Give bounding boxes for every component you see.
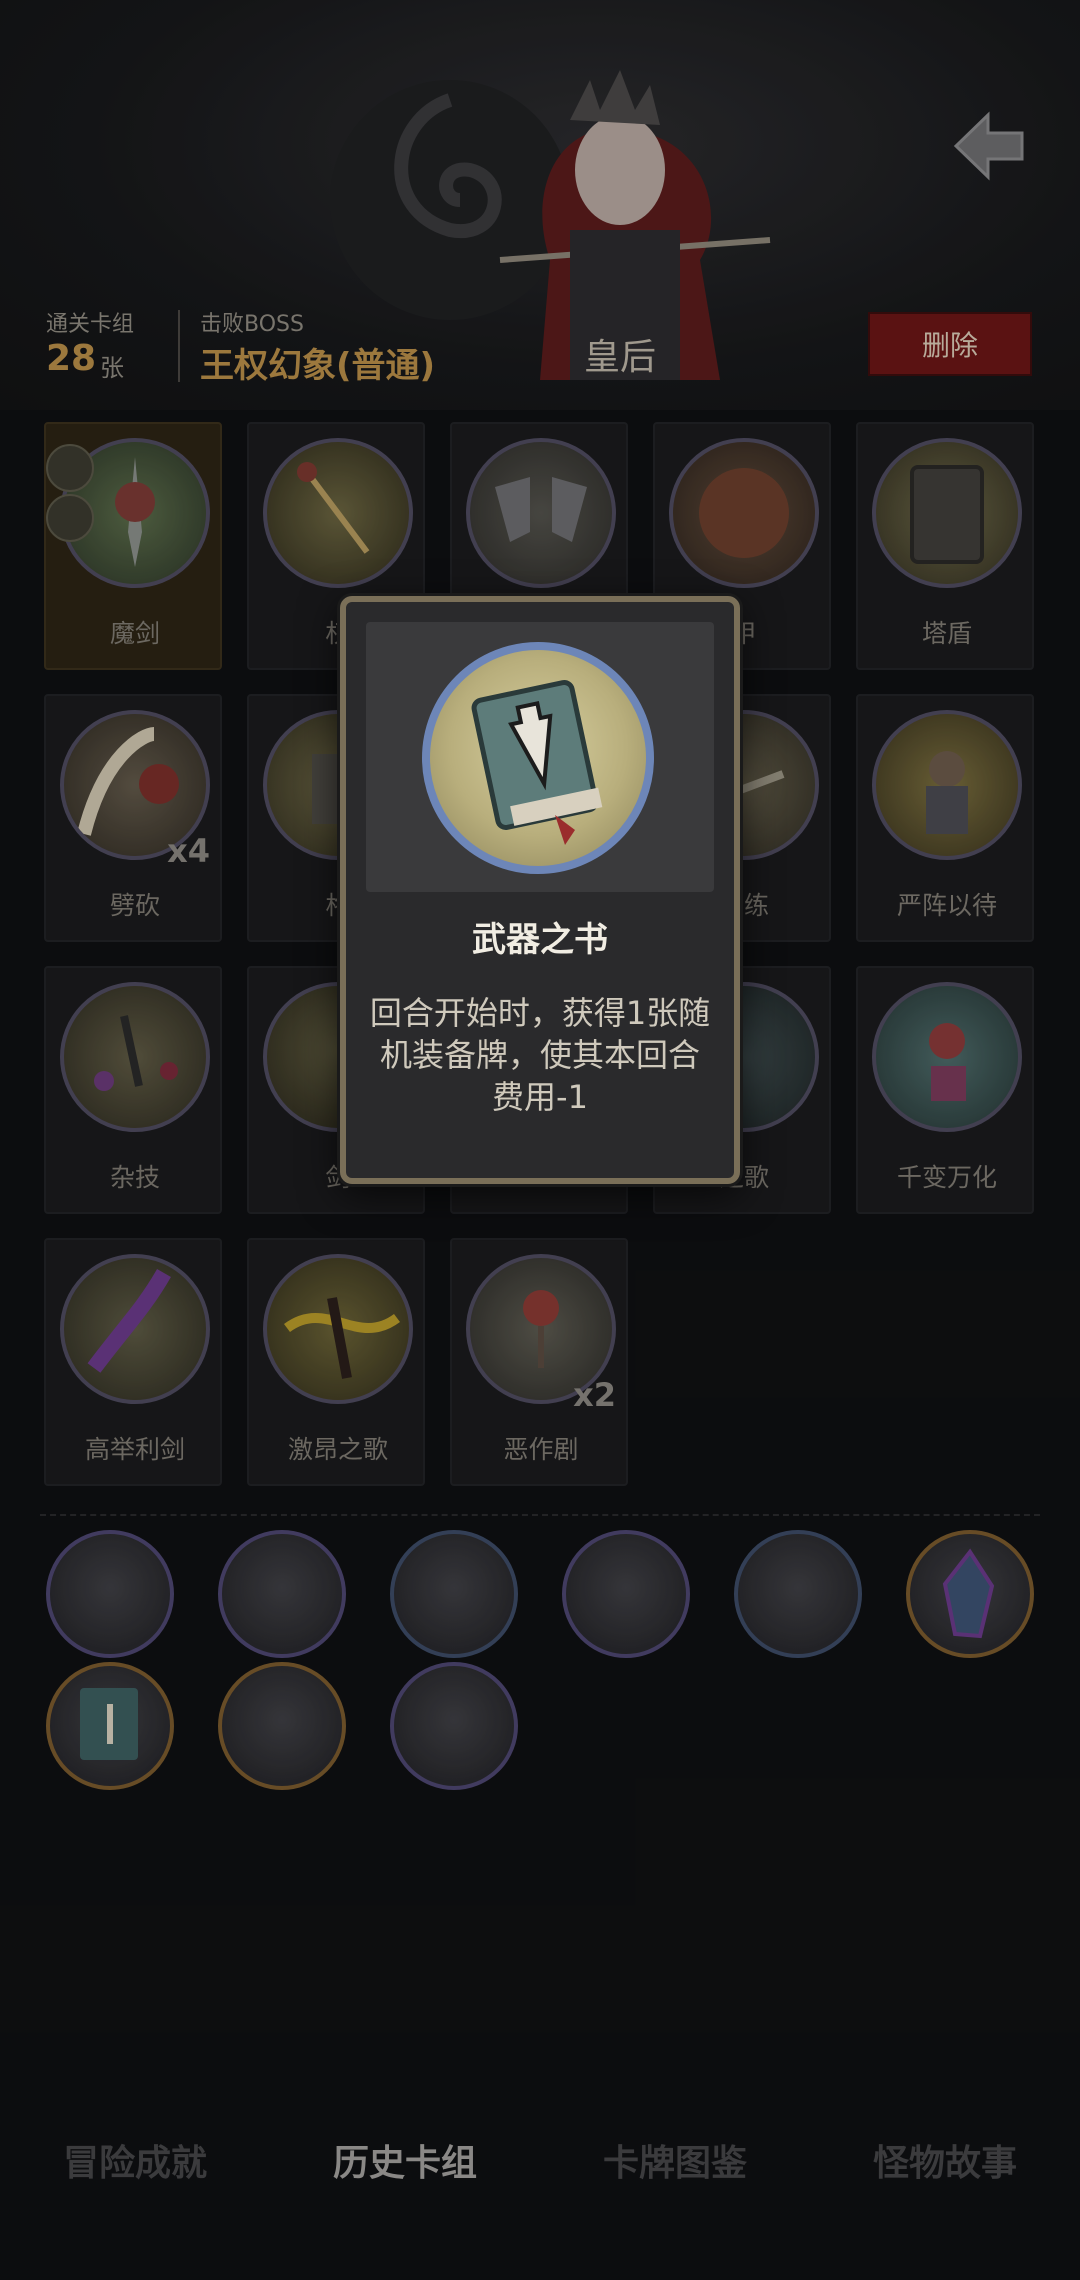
history-deck-screen: 通关卡组 28 张 击败BOSS 王权幻象(普通) 皇后 删除 魔剑 权 甲 塔… [0,0,1080,2280]
weapon-book-icon [422,642,654,874]
tab-monster-stories[interactable]: 怪物故事 [873,2134,1017,2186]
tab-history-deck[interactable]: 历史卡组 [333,2134,477,2186]
tab-card-codex[interactable]: 卡牌图鉴 [603,2134,747,2186]
popup-title: 武器之书 [472,920,608,960]
popup-art-frame [366,622,714,892]
tab-adventure-achievements[interactable]: 冒险成就 [63,2134,207,2186]
bottom-tab-bar: 冒险成就 历史卡组 卡牌图鉴 怪物故事 [0,2100,1080,2220]
relic-detail-popup: 武器之书 回合开始时，获得1张随机装备牌，使其本回合费用-1 [340,596,740,1184]
popup-description: 回合开始时，获得1张随机装备牌，使其本回合费用-1 [369,994,711,1116]
